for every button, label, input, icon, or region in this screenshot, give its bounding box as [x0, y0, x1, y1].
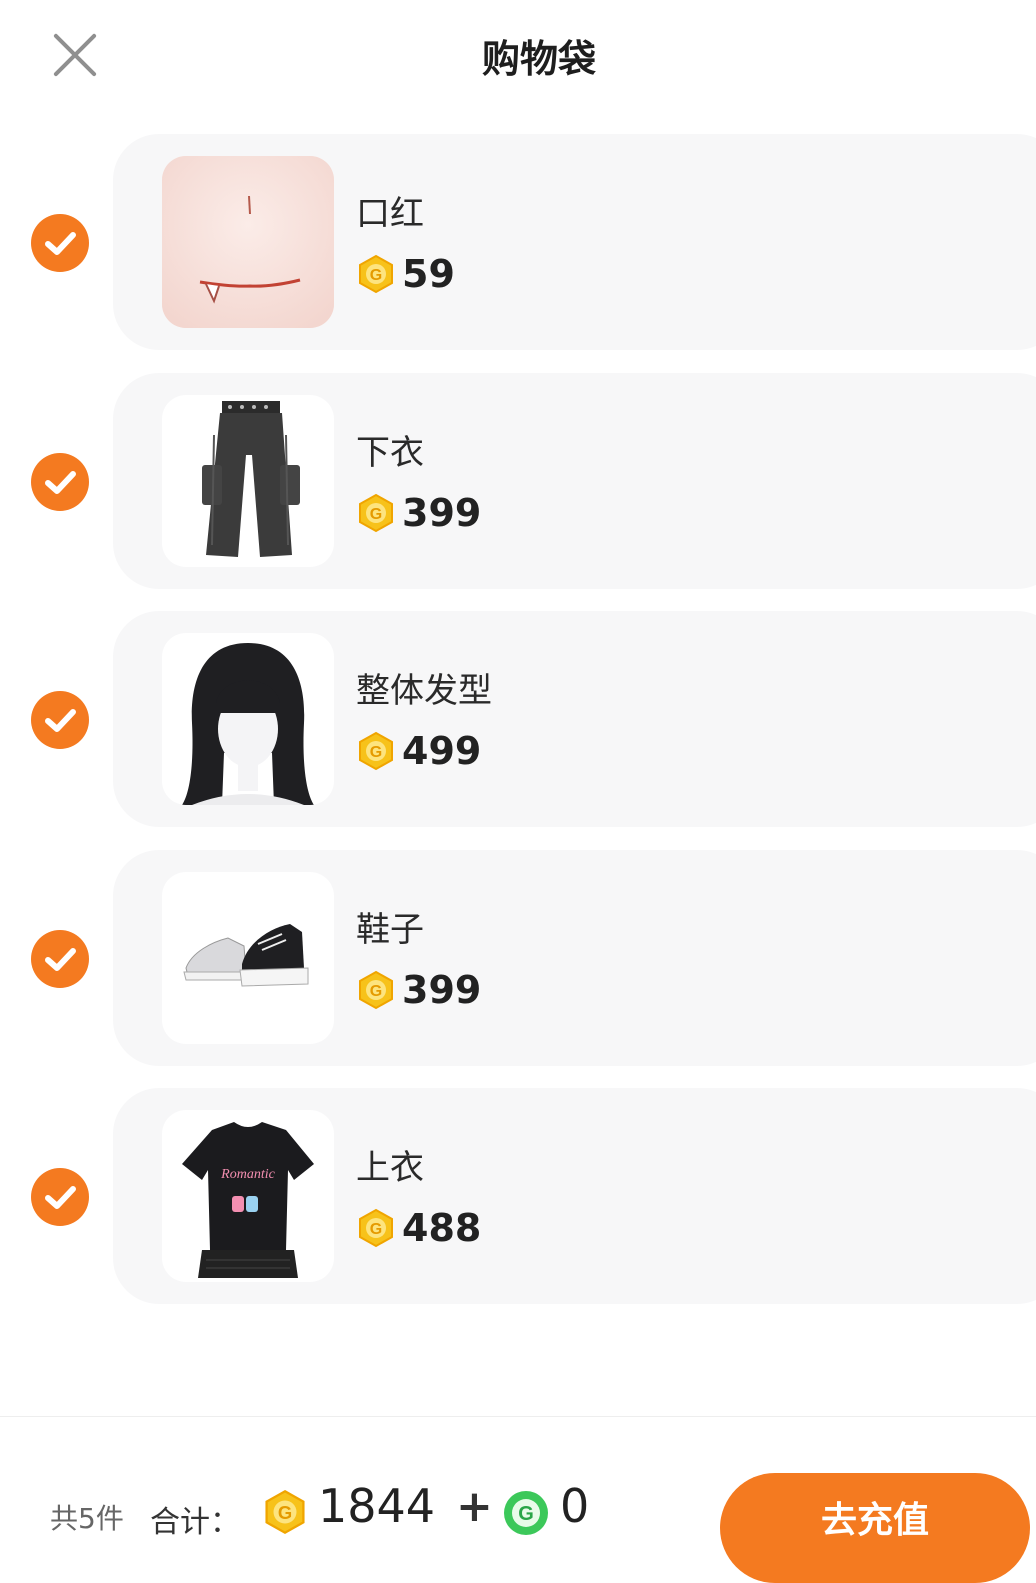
- item-name: 整体发型: [356, 671, 492, 711]
- check-icon[interactable]: [31, 1168, 89, 1226]
- item-name: 上衣: [356, 1148, 424, 1188]
- item-image-pants: [162, 395, 334, 567]
- gold-coin-icon: G: [265, 1489, 305, 1535]
- price-value: 488: [402, 1206, 482, 1250]
- cart-item: Romantic 上衣 G 488: [0, 1088, 1036, 1304]
- item-price: G 499: [356, 729, 481, 773]
- item-image-shoes: [162, 872, 334, 1044]
- green-total: 0: [560, 1479, 590, 1533]
- item-image-hair: [162, 633, 334, 805]
- gold-coin-icon: G: [359, 254, 393, 294]
- cart-item: 鞋子 G 399: [0, 850, 1036, 1066]
- svg-text:Romantic: Romantic: [220, 1167, 275, 1182]
- item-count: 共5件: [50, 1502, 124, 1535]
- svg-text:G: G: [278, 1502, 292, 1523]
- item-price: G 488: [356, 1206, 481, 1250]
- item-image-lipstick: [162, 156, 334, 328]
- plus-sign: +: [456, 1481, 493, 1532]
- gold-coin-icon: G: [359, 1208, 393, 1248]
- price-value: 59: [402, 252, 455, 296]
- checkout-bar: 共5件 合计： G 1844 + G 0 去充值: [0, 1416, 1036, 1583]
- check-icon[interactable]: [31, 930, 89, 988]
- item-price: G 59: [356, 252, 455, 296]
- gold-coin-icon: G: [359, 731, 393, 771]
- gold-coin-icon: G: [359, 970, 393, 1010]
- item-price: G 399: [356, 968, 481, 1012]
- header: 购物袋: [0, 0, 1036, 110]
- item-name: 口红: [356, 194, 424, 234]
- gold-coin-icon: G: [359, 493, 393, 533]
- svg-text:G: G: [370, 506, 382, 523]
- check-icon[interactable]: [31, 691, 89, 749]
- price-value: 399: [402, 968, 482, 1012]
- item-price: G 399: [356, 491, 481, 535]
- recharge-button[interactable]: 去充值: [720, 1473, 1030, 1583]
- svg-text:G: G: [518, 1503, 534, 1525]
- cart-item: 整体发型 G 499: [0, 611, 1036, 827]
- gold-total: 1844: [318, 1479, 436, 1533]
- item-image-top: Romantic: [162, 1110, 334, 1282]
- total-label: 合计：: [150, 1505, 240, 1540]
- svg-text:G: G: [370, 744, 382, 761]
- cart-item: 口红 G 59: [0, 134, 1036, 350]
- check-icon[interactable]: [31, 453, 89, 511]
- svg-text:G: G: [370, 1221, 382, 1238]
- svg-text:G: G: [370, 267, 382, 284]
- item-name: 下衣: [356, 433, 424, 473]
- price-value: 499: [402, 729, 482, 773]
- svg-text:G: G: [370, 983, 382, 1000]
- item-name: 鞋子: [356, 910, 424, 950]
- cart-item: 下衣 G 399: [0, 373, 1036, 589]
- green-coin-icon: G: [504, 1491, 548, 1535]
- page-title: 购物袋: [481, 37, 596, 81]
- check-icon[interactable]: [31, 214, 89, 272]
- price-value: 399: [402, 491, 482, 535]
